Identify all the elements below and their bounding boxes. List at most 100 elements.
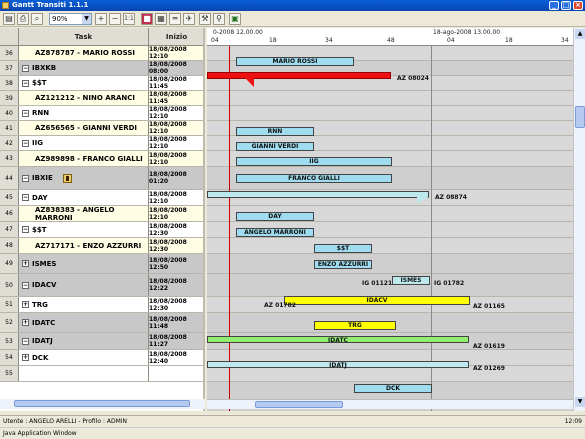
table-row[interactable]: 48 AZ717171 - ENZO AZZURRI 18/08/2008 12:3… [0, 238, 203, 254]
zoom-select[interactable]: 90% ▼ [49, 13, 92, 25]
gantt-hscrollbar[interactable] [207, 399, 573, 409]
table-row[interactable]: 39 AZ121212 - NINO ARANCI 18/08/2008 11:45 [0, 91, 203, 106]
gantt-bar-ibxkb[interactable] [207, 72, 391, 79]
table-row[interactable]: 44− IBXIE 18/08/2008 01:20 [0, 167, 203, 190]
table-row[interactable]: 46 AZ838383 - ANGELO MARRONI 18/08/2008 12… [0, 206, 203, 222]
minimize-button[interactable]: _ [549, 1, 559, 10]
table-row[interactable]: 43 AZ989898 - FRANCO GIALLI 18/08/2008 12:… [0, 151, 203, 167]
excel-export-icon[interactable]: ▣ [229, 13, 241, 25]
collapse-icon[interactable]: − [22, 337, 29, 345]
task-cell[interactable]: AZ121212 - NINO ARANCI [19, 91, 149, 105]
calendar-icon[interactable]: ▦ [155, 13, 167, 25]
table-row[interactable]: 41 AZ656565 - GIANNI VERDI 18/08/2008 12:1… [0, 121, 203, 136]
expand-icon[interactable]: + [22, 319, 29, 326]
gantt-bar-idatc[interactable]: IDATC [207, 336, 469, 344]
table-row[interactable]: 37− IBXKB 18/08/2008 08:00 [0, 61, 203, 76]
search-icon[interactable]: ⚲ [213, 13, 225, 25]
flag-icon[interactable] [62, 173, 72, 183]
collapse-icon[interactable]: − [22, 64, 29, 72]
maximize-button[interactable]: □ [561, 1, 571, 10]
expand-icon[interactable]: + [22, 260, 29, 267]
gantt-bar-mario-rossi[interactable]: MARIO ROSSI [236, 57, 354, 66]
gantt-bar-sst[interactable]: $$T [314, 244, 372, 253]
print-icon[interactable]: ▤ [3, 13, 15, 25]
gantt-bar-ismes[interactable]: ISMES [392, 276, 430, 285]
task-cell[interactable]: AZ989898 - FRANCO GIALLI [19, 151, 149, 166]
expand-icon[interactable]: + [22, 354, 29, 361]
gantt-bar-trg[interactable]: TRG [314, 321, 396, 330]
task-cell[interactable]: − IBXKB [19, 61, 149, 75]
table-row[interactable]: 50− IDACV 18/08/2008 12:22 [0, 274, 203, 297]
task-cell[interactable]: AZ656565 - GIANNI VERDI [19, 121, 149, 135]
task-cell[interactable]: − IDACV [19, 274, 149, 296]
gantt-bar-idatj[interactable]: IDATJ [207, 361, 469, 369]
task-cell[interactable]: − IIG [19, 136, 149, 150]
task-cell[interactable]: − DAY [19, 190, 149, 205]
gantt-hscroll-thumb[interactable] [255, 401, 343, 408]
collapse-icon[interactable]: − [22, 139, 29, 147]
find-icon[interactable]: ⌕ [31, 13, 43, 25]
task-cell[interactable]: AZ717171 - ENZO AZZURRI [19, 238, 149, 253]
table-row[interactable]: 40− RNN 18/08/2008 12:10 [0, 106, 203, 121]
gantt-bar-ibxie[interactable] [207, 191, 429, 198]
table-row[interactable]: 51 + TRG 18/08/2008 12:30 [0, 297, 203, 313]
gantt-bar-day[interactable]: DAY [236, 212, 314, 221]
gantt-bar-franco-gialli[interactable]: FRANCO GIALLI [236, 174, 392, 183]
vscroll-thumb[interactable] [575, 106, 585, 128]
table-row[interactable]: 54 + DCK 18/08/2008 12:40 [0, 350, 203, 366]
table-row[interactable]: 36 AZ878787 - MARIO ROSSI 18/08/2008 12:10 [0, 46, 203, 61]
vertical-scrollbar[interactable]: ▲ ▼ [573, 28, 585, 411]
collapse-icon[interactable]: − [22, 281, 29, 289]
gantt-bar-gianni-verdi[interactable]: GIANNI VERDI [236, 142, 314, 151]
scroll-up-arrow[interactable]: ▲ [575, 29, 585, 39]
table-row[interactable]: 38− $$T 18/08/2008 11:45 [0, 76, 203, 91]
table-row[interactable]: 45− DAY 18/08/2008 12:10 [0, 190, 203, 206]
zoom-in-button[interactable]: + [95, 13, 107, 25]
header-task[interactable]: Task [19, 28, 149, 46]
task-cell[interactable]: − RNN [19, 106, 149, 120]
task-cell[interactable]: + ISMES [19, 254, 149, 273]
table-hscroll-thumb[interactable] [14, 400, 190, 407]
table-row[interactable]: 53− IDATJ 18/08/2008 11:27 [0, 333, 203, 350]
task-cell[interactable]: − $$T [19, 222, 149, 237]
zoom-out-button[interactable]: − [109, 13, 121, 25]
table-row[interactable]: 49 + ISMES 18/08/2008 12:50 [0, 254, 203, 274]
table-row[interactable]: 52 + IDATC 18/08/2008 11:48 [0, 313, 203, 333]
collapse-icon[interactable]: − [22, 79, 29, 87]
table-row[interactable]: 42− IIG 18/08/2008 12:10 [0, 136, 203, 151]
table-hscrollbar[interactable] [0, 399, 205, 409]
task-cell[interactable] [19, 366, 149, 381]
task-cell[interactable]: − IDATJ [19, 333, 149, 349]
collapse-icon[interactable]: − [22, 109, 29, 117]
task-cell[interactable]: − IBXIE [19, 167, 149, 189]
task-cell[interactable]: − $$T [19, 76, 149, 90]
zoom-reset-button[interactable]: 1:1 [123, 13, 135, 25]
print-preview-icon[interactable]: ⎙ [17, 13, 29, 25]
task-cell[interactable]: AZ878787 - MARIO ROSSI [19, 46, 149, 60]
collapse-icon[interactable]: − [22, 194, 29, 201]
task-cell[interactable]: + IDATC [19, 313, 149, 332]
task-cell[interactable]: + DCK [19, 350, 149, 365]
collapse-icon[interactable]: − [22, 226, 29, 233]
gantt-bar-angelo-marroni[interactable]: ANGELO MARRONI [236, 228, 314, 237]
gantt-bar-idacv[interactable]: IDACV [284, 296, 470, 305]
task-cell[interactable]: + TRG [19, 297, 149, 312]
close-button[interactable]: × [573, 1, 583, 10]
gantt-bar-rnn[interactable]: RNN [236, 127, 314, 136]
table-row[interactable]: 55 [0, 366, 203, 382]
airplane-icon[interactable]: ✈ [183, 13, 195, 25]
expand-icon[interactable]: + [22, 301, 29, 308]
book-icon[interactable]: ■ [141, 13, 153, 25]
chevron-down-icon[interactable]: ▼ [82, 14, 91, 24]
gantt-bar-iig[interactable]: IIG [236, 157, 392, 166]
gantt-bar-dck[interactable]: DCK [354, 384, 432, 393]
tools-icon[interactable]: ⚒ [199, 13, 211, 25]
table-row[interactable]: 47− $$T 18/08/2008 12:30 [0, 222, 203, 238]
header-start[interactable]: Inizio [149, 28, 203, 46]
scroll-down-arrow[interactable]: ▼ [575, 397, 585, 407]
ruler-icon[interactable]: ═ [169, 13, 181, 25]
taskbar: Java Application Window [0, 427, 585, 439]
task-cell[interactable]: AZ838383 - ANGELO MARRONI [19, 206, 149, 222]
collapse-icon[interactable]: − [22, 174, 29, 182]
gantt-bar-enzo-azzurri[interactable]: ENZO AZZURRI [314, 260, 372, 269]
